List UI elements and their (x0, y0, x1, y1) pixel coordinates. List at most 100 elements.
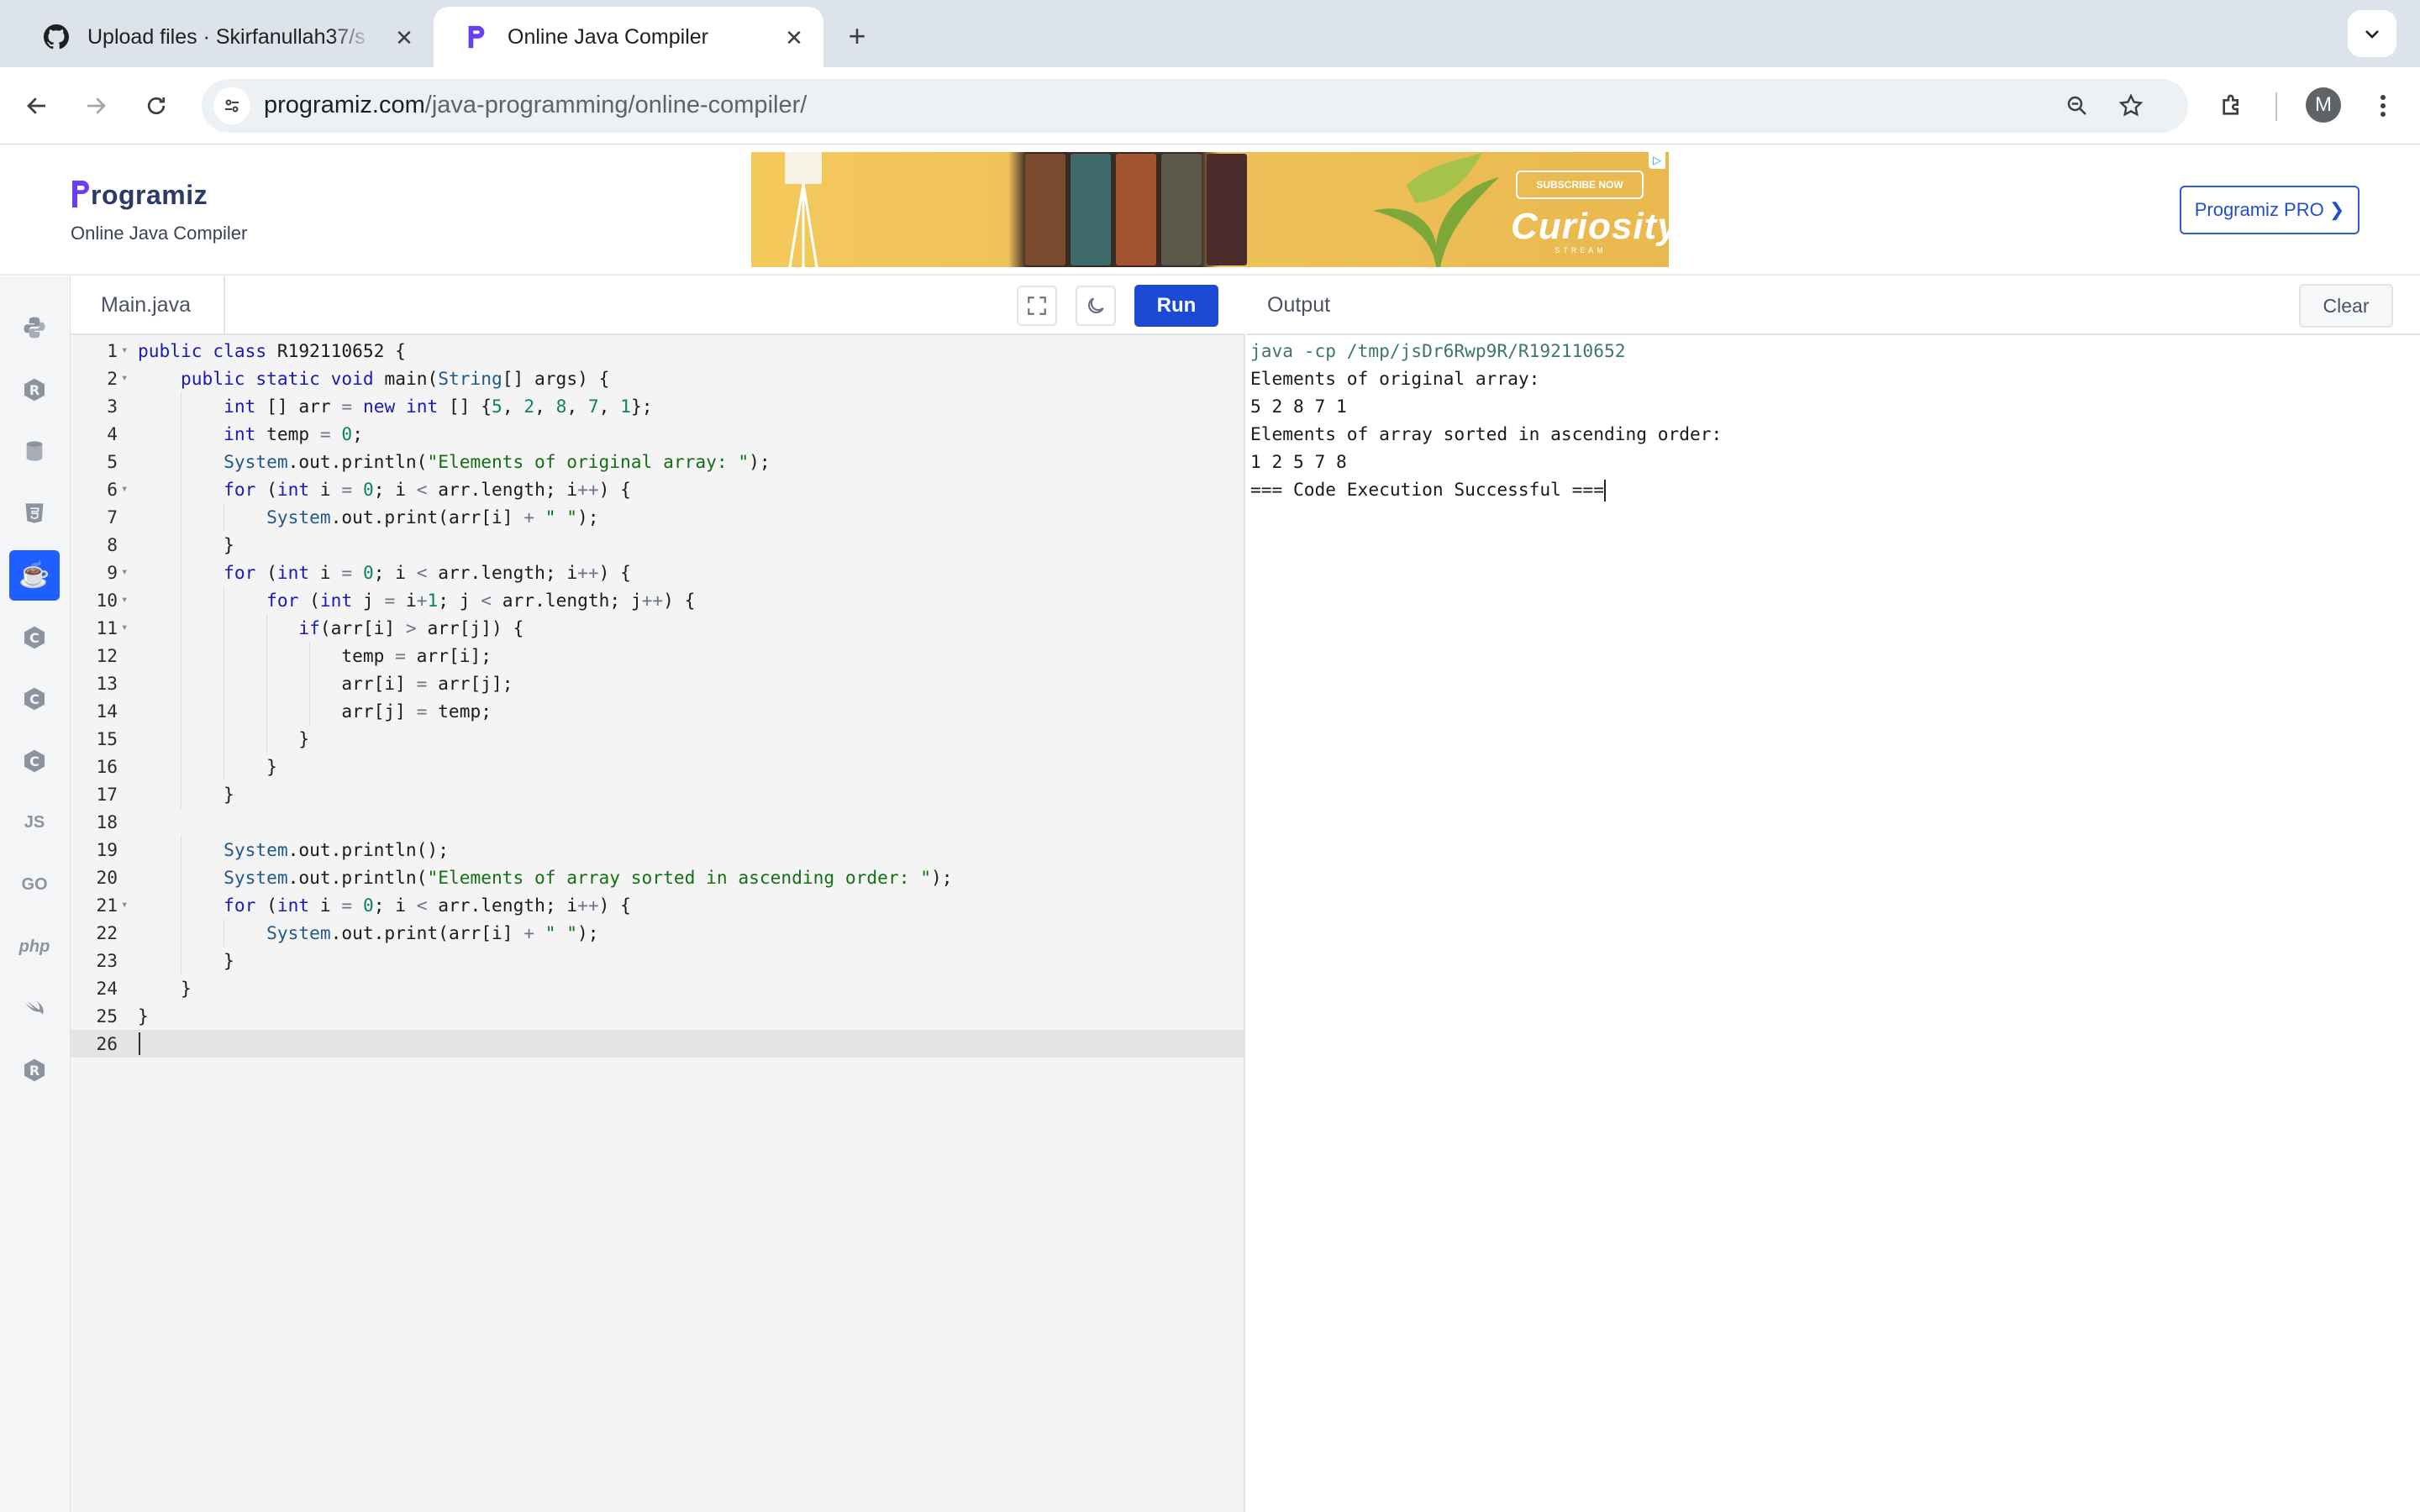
code-line[interactable]: 7 System.out.print(arr[i] + " "); (71, 503, 1244, 531)
clear-button[interactable]: Clear (2299, 284, 2393, 328)
code-text: public static void main(String[] args) { (181, 368, 610, 389)
java-icon[interactable]: ☕ (9, 549, 60, 601)
code-line[interactable]: 4 int temp = 0; (71, 420, 1244, 448)
site-settings-icon[interactable] (213, 87, 250, 124)
python-icon[interactable] (9, 302, 60, 353)
code-line[interactable]: 1 ▾ public class R192110652 { (71, 337, 1244, 365)
reload-button[interactable] (136, 86, 176, 126)
code-line[interactable]: 11 ▾ if(arr[i] > arr[j]) { (71, 614, 1244, 642)
address-bar[interactable]: programiz.com/java-programming/online-co… (202, 79, 2188, 133)
tab-search-button[interactable] (2348, 10, 2396, 57)
logo-text: rogramiz (91, 179, 208, 210)
code-area[interactable]: 1 ▾ public class R192110652 {2 ▾ public sta… (71, 337, 1244, 1512)
code-line[interactable]: 9 ▾ for (int i = 0; i < arr.length; i++) … (71, 559, 1244, 586)
programiz-logo[interactable]: rogramiz (71, 179, 208, 211)
php-icon[interactable]: php (9, 921, 60, 972)
output-console[interactable]: java -cp /tmp/jsDr6Rwp9R/R192110652 Eleme… (1250, 337, 1733, 503)
code-line[interactable]: 23 } (71, 947, 1244, 974)
code-text: } (138, 756, 277, 777)
browser-tab-upload-files[interactable]: Upload files · Skirfanullah37/s ✕ (13, 7, 434, 67)
browser-tab-online-java-compiler[interactable]: Online Java Compiler ✕ (434, 7, 823, 67)
tab-title: Upload files · Skirfanullah37/s (87, 24, 366, 49)
fold-toggle-icon[interactable]: ▾ (121, 559, 131, 586)
csharp-icon[interactable]: C (9, 736, 60, 786)
fold-toggle-icon[interactable]: ▾ (121, 337, 131, 365)
fold-toggle-icon[interactable]: ▾ (121, 891, 131, 919)
new-tab-button[interactable]: + (837, 17, 877, 57)
html-icon[interactable] (9, 488, 60, 538)
fullscreen-button[interactable] (1017, 286, 1057, 326)
code-line[interactable]: 12 temp = arr[i]; (71, 642, 1244, 669)
back-button[interactable] (17, 86, 57, 126)
code-line[interactable]: 2 ▾ public static void main(String[] args… (71, 365, 1244, 392)
browser-menu-button[interactable] (2366, 86, 2400, 126)
code-line[interactable]: 17 } (71, 780, 1244, 808)
output-line: === Code Execution Successful === (1250, 479, 1606, 501)
code-line[interactable]: 6 ▾ for (int i = 0; i < arr.length; i++) … (71, 475, 1244, 503)
url-text[interactable]: programiz.com/java-programming/online-co… (264, 92, 807, 119)
zoom-icon[interactable] (2059, 87, 2096, 124)
advertisement-banner[interactable]: SUBSCRIBE NOW Curiosity STREAM ▷ (751, 152, 1669, 267)
svg-text:C: C (29, 691, 39, 707)
code-line[interactable]: 18 (71, 808, 1244, 836)
extensions-button[interactable] (2212, 86, 2252, 126)
profile-avatar[interactable]: M (2306, 87, 2341, 123)
fullscreen-icon (1028, 297, 1046, 315)
close-icon[interactable]: ✕ (781, 25, 807, 50)
code-line[interactable]: 13 arr[i] = arr[j]; (71, 669, 1244, 697)
code-text: if(arr[i] > arr[j]) { (298, 617, 524, 638)
code-line[interactable]: 10 ▾ for (int j = i+1; j < arr.length; j+… (71, 586, 1244, 614)
r-icon[interactable]: R (9, 365, 60, 415)
code-text: } (138, 950, 234, 971)
fold-toggle-icon[interactable]: ▾ (121, 365, 131, 392)
fold-toggle-icon[interactable]: ▾ (121, 586, 131, 614)
line-number: 13 (96, 673, 118, 694)
code-line[interactable]: 3 int [] arr = new int [] {5, 2, 8, 7, 1… (71, 392, 1244, 420)
sql-icon[interactable] (9, 426, 60, 476)
output-line: 5 2 8 7 1 (1250, 396, 1358, 417)
line-number: 20 (96, 867, 118, 888)
code-text: arr[i] = arr[j]; (138, 673, 513, 694)
swift-icon[interactable] (9, 984, 60, 1034)
code-text: for (int i = 0; i < arr.length; i++) { (224, 895, 631, 916)
code-text: } (138, 728, 310, 749)
code-line[interactable]: 14 arr[j] = temp; (71, 697, 1244, 725)
code-line[interactable]: 19 System.out.println(); (71, 836, 1244, 864)
code-line[interactable]: 25} (71, 1002, 1244, 1030)
code-line[interactable]: 16 } (71, 753, 1244, 780)
arrow-left-icon (27, 97, 45, 114)
programiz-logo-icon (72, 181, 89, 207)
code-line[interactable]: 15 } (71, 725, 1244, 753)
code-line[interactable]: 8 } (71, 531, 1244, 559)
output-line: Elements of original array: (1250, 368, 1551, 389)
code-line[interactable]: 26 (71, 1030, 1244, 1058)
browser-tab-strip: Upload files · Skirfanullah37/s ✕ Online… (0, 0, 2420, 67)
code-line[interactable]: 5 System.out.println("Elements of origin… (71, 448, 1244, 475)
forward-button[interactable] (76, 86, 116, 126)
file-tab-main-java[interactable]: Main.java (71, 276, 225, 335)
fold-toggle-icon[interactable]: ▾ (121, 614, 131, 642)
code-line[interactable]: 21 ▾ for (int i = 0; i < arr.length; i++)… (71, 891, 1244, 919)
cpp-icon[interactable]: C (9, 674, 60, 724)
code-editor-pane: Main.java Run 1 ▾ public class R192110652 … (71, 276, 1245, 1512)
fold-toggle-icon[interactable]: ▾ (121, 475, 131, 503)
code-line[interactable]: 22 System.out.print(arr[i] + " "); (71, 919, 1244, 947)
rust-icon[interactable]: R (9, 1045, 60, 1095)
go-icon[interactable]: GO (9, 859, 60, 910)
c-icon[interactable]: C (9, 612, 60, 663)
ad-artwork-panel (1025, 154, 1065, 265)
adchoices-icon[interactable]: ▷ (1649, 152, 1665, 169)
programiz-pro-button[interactable]: Programiz PRO ❯ (2180, 186, 2360, 234)
run-button[interactable]: Run (1134, 285, 1218, 327)
code-line[interactable]: 20 System.out.println("Elements of array… (71, 864, 1244, 891)
code-text: } (138, 534, 234, 555)
code-line[interactable]: 24 } (71, 974, 1244, 1002)
ad-subscribe-button[interactable]: SUBSCRIBE NOW (1516, 171, 1644, 199)
close-icon[interactable]: ✕ (392, 25, 417, 50)
line-number: 24 (96, 978, 118, 999)
bookmark-star-icon[interactable] (2112, 87, 2149, 124)
dark-mode-button[interactable] (1076, 286, 1116, 326)
editor-header: Main.java Run (71, 276, 1245, 335)
line-number: 25 (96, 1005, 118, 1026)
js-icon[interactable]: JS (9, 798, 60, 848)
